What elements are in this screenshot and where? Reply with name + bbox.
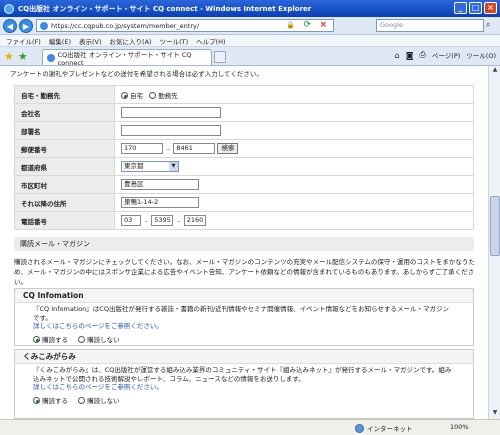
scroll-up-icon[interactable]: ▲ [490, 66, 500, 76]
pref-select[interactable]: 東京都 ▼ [121, 161, 179, 172]
company-label: 会社名 [14, 103, 115, 122]
mail-section-desc: 購読されるメール・マガジンにチェックしてください。なお、メール・マガジンのコンテ… [14, 258, 475, 286]
globe-icon [355, 423, 364, 433]
scroll-thumb[interactable] [490, 196, 500, 256]
chevron-down-icon[interactable]: ▼ [169, 162, 178, 171]
city-label: 市区町村 [14, 175, 115, 194]
menu-favorites[interactable]: お気に入り(A) [110, 36, 152, 46]
street-label: それ以降の住所 [14, 193, 115, 212]
zoom-level[interactable]: 100% [450, 423, 469, 431]
magazine-title: くみこみがらみ [15, 350, 473, 364]
refresh-icon[interactable]: ⟳ [303, 20, 311, 30]
security-zone: インターネット [355, 423, 413, 433]
add-favorites-icon[interactable]: ★ [18, 50, 28, 63]
pref-label: 都道府県 [14, 157, 115, 176]
page-content: アンケートの謝礼やプレゼントなどの送付を希望される場合は必ず入力してください。 … [0, 66, 488, 419]
back-button[interactable]: ◀ [3, 18, 17, 33]
phone-label: 電話番号 [14, 211, 115, 230]
new-tab-button[interactable] [214, 51, 226, 63]
magazine-detail-link[interactable]: 詳しくはこちらのページをご参照ください。 [33, 383, 455, 392]
zone-label: インターネット [367, 425, 413, 433]
tab-bar: ★ ★ CQ出版社 オンライン・サポート・サイト CQ connect ⌂ ◙ … [0, 47, 500, 67]
forward-button[interactable]: ▶ [19, 18, 33, 33]
home-work-label: 自宅・勤務先 [14, 85, 115, 104]
department-label: 部署名 [14, 121, 115, 140]
work-radio[interactable] [149, 92, 157, 99]
magazine-title: CQ Infomation [15, 289, 473, 303]
subscribe-label: 購読する [42, 335, 68, 344]
magazine-desc: 『くみこみがらみ』は、CQ出版社が運営する組み込み業界のコミュニティ・サイト『組… [33, 366, 452, 383]
search-input[interactable]: Google [376, 19, 484, 32]
unsubscribe-label: 購読しない [87, 335, 120, 344]
menu-edit[interactable]: 編集(E) [49, 36, 71, 46]
feeds-icon[interactable]: ◙ [406, 51, 414, 60]
unsubscribe-label: 購読しない [87, 396, 120, 405]
menu-tools[interactable]: ツール(T) [160, 36, 189, 46]
page-menu[interactable]: ページ(P) [432, 50, 460, 60]
street-input[interactable]: 巣鴨1-14-2 [121, 197, 199, 208]
home-radio[interactable] [121, 92, 128, 99]
zip-label: 郵便番号 [14, 139, 115, 158]
magazine-box-kumikomi: くみこみがらみ 『くみこみがらみ』は、CQ出版社が運営する組み込み業界のコミュニ… [14, 349, 474, 419]
command-bar: ⌂ ◙ ⎙ ページ(P) ツール(O) [395, 50, 496, 60]
lock-icon[interactable]: 🔒 [286, 21, 295, 29]
magazine-box-cq-info: CQ Infomation 『CQ Infomation』はCQ出版社が発行する… [14, 288, 474, 346]
phone2-input[interactable]: 5395 [151, 215, 174, 226]
home-icon[interactable]: ⌂ [395, 51, 400, 60]
phone3-input[interactable]: 2160 [183, 215, 206, 226]
zip1-input[interactable]: 170 [121, 143, 163, 154]
phone1-input[interactable]: 03 [121, 215, 141, 226]
window-title: CQ出版社 オンライン・サポート・サイト CQ connect - Window… [18, 4, 312, 13]
ie-logo-icon [4, 3, 14, 14]
department-input[interactable] [121, 125, 221, 136]
status-bar: インターネット 100% [0, 419, 500, 435]
notice-text: アンケートの謝礼やプレゼントなどの送付を希望される場合は必ず入力してください。 [10, 70, 263, 78]
tab-cq-connect[interactable]: CQ出版社 オンライン・サポート・サイト CQ connect [42, 49, 212, 67]
print-icon[interactable]: ⎙ [420, 50, 426, 60]
favorites-star-icon[interactable]: ★ [4, 50, 14, 63]
magazine-desc: 『CQ Infomation』はCQ出版社が発行する雑誌・書籍の新刊/近刊情報や… [33, 305, 450, 322]
url-text: https://cc.cqpub.co.jp/system/member_ent… [51, 21, 200, 30]
window-titlebar: CQ出版社 オンライン・サポート・サイト CQ connect - Window… [0, 0, 500, 17]
magazine-detail-link[interactable]: 詳しくはこちらのページをご参照ください。 [33, 322, 455, 331]
search-icon[interactable]: ⌕ [486, 20, 490, 30]
work-option-label: 勤務先 [158, 91, 178, 100]
minimize-button[interactable]: _ [454, 2, 467, 14]
city-input[interactable]: 豊島区 [121, 179, 199, 190]
company-input[interactable] [121, 107, 221, 118]
home-option-label: 自宅 [130, 91, 143, 100]
scroll-down-icon[interactable]: ▼ [490, 409, 500, 419]
address-bar: ◀ ▶ https://cc.cqpub.co.jp/system/member… [0, 17, 500, 35]
menu-file[interactable]: ファイル(F) [6, 36, 41, 46]
menu-view[interactable]: 表示(V) [79, 36, 102, 46]
subscribe-radio[interactable] [33, 397, 40, 405]
unsubscribe-radio[interactable] [78, 397, 86, 405]
close-button[interactable]: × [484, 2, 497, 14]
pref-value: 東京都 [124, 162, 144, 170]
tools-menu[interactable]: ツール(O) [466, 50, 496, 60]
mail-section-title: 購読メール・マガジン [14, 237, 474, 251]
subscribe-radio[interactable] [33, 336, 40, 344]
page-icon [40, 21, 48, 30]
address-form: 自宅・勤務先 自宅 勤務先 会社名 部署名 郵便番号 170-8461 検索 都… [14, 85, 474, 230]
menu-bar: ファイル(F) 編集(E) 表示(V) お気に入り(A) ツール(T) ヘルプ(… [0, 35, 500, 47]
vertical-scrollbar[interactable]: ▲ ▼ [488, 66, 500, 419]
tab-page-icon [47, 53, 55, 62]
stop-icon[interactable]: × [319, 20, 327, 30]
unsubscribe-radio[interactable] [78, 336, 86, 344]
menu-help[interactable]: ヘルプ(H) [196, 36, 225, 46]
maximize-button[interactable]: □ [469, 2, 482, 14]
url-input[interactable]: https://cc.cqpub.co.jp/system/member_ent… [36, 19, 334, 32]
zip-search-button[interactable]: 検索 [217, 143, 239, 154]
tab-label: CQ出版社 オンライン・サポート・サイト CQ connect [57, 50, 192, 67]
subscribe-label: 購読する [42, 396, 68, 405]
zip2-input[interactable]: 8461 [173, 143, 216, 154]
